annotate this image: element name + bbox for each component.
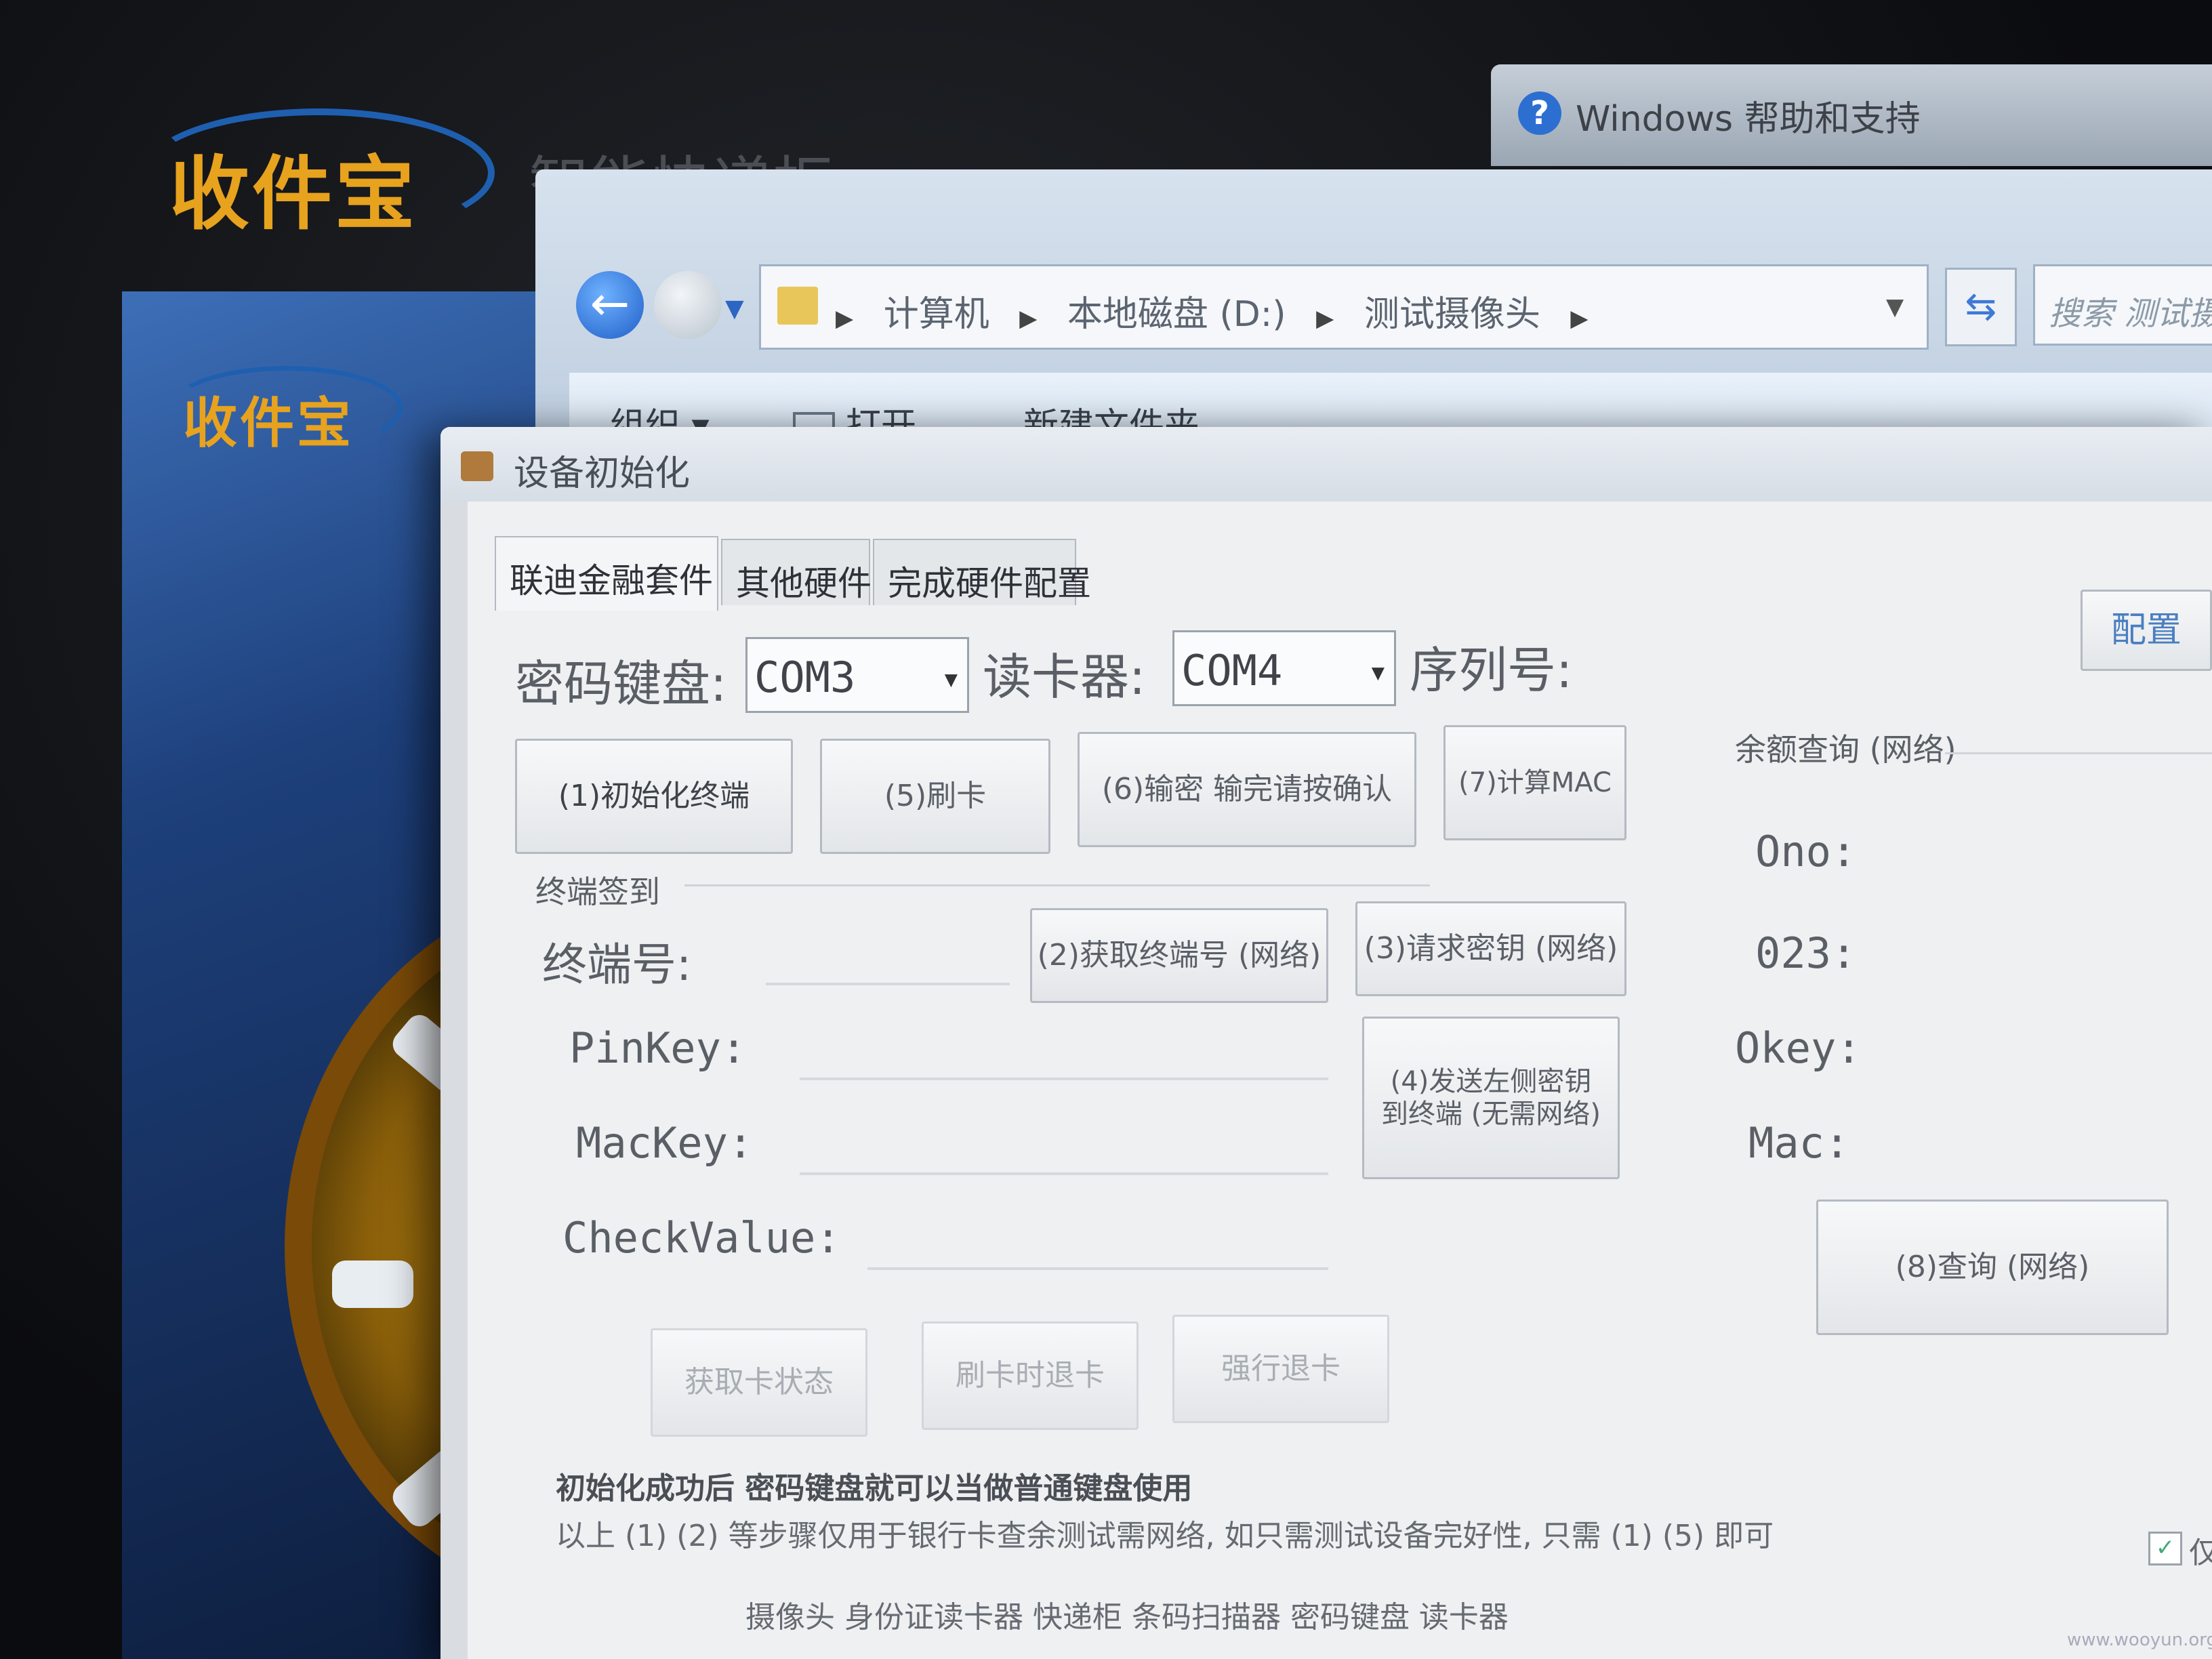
- help-window[interactable]: ? Windows 帮助和支持: [1491, 64, 2212, 166]
- folder-icon: [777, 287, 818, 325]
- wheel-spoke: [332, 1261, 413, 1308]
- breadcrumb: ▶ 计算机 ▶ 本地磁盘 (D:) ▶ 测试摄像头 ▶: [836, 285, 1607, 336]
- swipe-card-button[interactable]: (5)刷卡: [820, 739, 1050, 854]
- breadcrumb-separator-icon: ▶: [1019, 305, 1038, 332]
- note-init-success: 初始化成功后 密码键盘就可以当做普通键盘使用: [556, 1471, 1193, 1506]
- query-balance-button[interactable]: (8)查询 (网络): [1816, 1200, 2169, 1335]
- send-key-label-2: 到终端 (无需网络): [1381, 1099, 1601, 1130]
- app-logo-small: 收件宝: [169, 366, 403, 458]
- help-window-title: Windows 帮助和支持: [1576, 99, 1921, 140]
- signin-group-label: 终端签到: [535, 874, 660, 910]
- breadcrumb-camera-test[interactable]: 测试摄像头: [1364, 294, 1540, 335]
- init-terminal-button[interactable]: (1)初始化终端: [515, 739, 793, 854]
- address-bar[interactable]: ▶ 计算机 ▶ 本地磁盘 (D:) ▶ 测试摄像头 ▶ ▼: [759, 264, 1929, 350]
- tab-other-hardware[interactable]: 其他硬件: [721, 539, 872, 605]
- help-icon: ?: [1518, 91, 1561, 135]
- history-dropdown-icon[interactable]: ▼: [725, 295, 744, 323]
- cardreader-label: 读卡器:: [983, 649, 1146, 705]
- logo-ring: [142, 108, 495, 237]
- app-logo: 收件宝: [142, 108, 495, 245]
- request-key-button[interactable]: (3)请求密钥 (网络): [1355, 901, 1626, 996]
- search-input[interactable]: 搜索 测试摄像头: [2033, 264, 2212, 346]
- breadcrumb-separator-icon: ▶: [1316, 305, 1334, 332]
- mackey-label: MacKey:: [576, 1118, 754, 1168]
- mackey-field[interactable]: [800, 1172, 1328, 1175]
- refresh-icon: ⇆: [1965, 285, 1997, 329]
- breadcrumb-computer[interactable]: 计算机: [884, 294, 989, 335]
- swipe-eject-button[interactable]: 刷卡时退卡: [922, 1322, 1139, 1430]
- forward-button[interactable]: [654, 271, 722, 339]
- get-terminal-no-button[interactable]: (2)获取终端号 (网络): [1030, 908, 1328, 1003]
- pinpad-label: 密码键盘:: [515, 655, 727, 712]
- breadcrumb-separator-icon: ▶: [1570, 305, 1589, 332]
- back-button[interactable]: ←: [576, 271, 644, 339]
- breadcrumb-drive-d[interactable]: 本地磁盘 (D:): [1067, 294, 1286, 335]
- hardware-list: 摄像头 身份证读卡器 快递柜 条码扫描器 密码键盘 读卡器: [745, 1600, 1509, 1635]
- cardreader-port-value: COM4: [1181, 646, 1283, 695]
- calc-mac-button[interactable]: (7)计算MAC: [1443, 725, 1626, 840]
- force-eject-button[interactable]: 强行退卡: [1172, 1315, 1389, 1423]
- note-steps: 以上 (1) (2) 等步骤仅用于银行卡查余测试需网络, 如只需测试设备完好性,…: [556, 1519, 1774, 1553]
- pinpad-port-value: COM3: [754, 653, 856, 702]
- address-dropdown-icon[interactable]: ▼: [1886, 293, 1904, 321]
- checkvalue-field[interactable]: [867, 1267, 1328, 1270]
- send-key-button[interactable]: (4)发送左侧密钥 到终端 (无需网络): [1362, 1017, 1620, 1179]
- ono-label: Ono:: [1755, 827, 1857, 876]
- test-only-checkbox[interactable]: ✓: [2148, 1532, 2182, 1565]
- checkvalue-label: CheckValue:: [562, 1213, 841, 1263]
- group-divider: [684, 884, 1430, 886]
- back-arrow-icon: ←: [590, 276, 630, 331]
- dialog-body: 联迪金融套件 其他硬件 完成硬件配置 配置 密码键盘: COM3 ▼ 读卡器: …: [468, 501, 2212, 1659]
- cardreader-port-select[interactable]: COM4 ▼: [1172, 630, 1396, 706]
- card-status-button[interactable]: 获取卡状态: [651, 1328, 867, 1437]
- terminal-no-label: 终端号:: [542, 939, 692, 991]
- device-init-dialog: 设备初始化 联迪金融套件 其他硬件 完成硬件配置 配置 密码键盘: COM3 ▼…: [441, 427, 2212, 1659]
- logo-ring-small: [169, 366, 403, 450]
- send-key-label-1: (4)发送左侧密钥: [1390, 1066, 1592, 1097]
- breadcrumb-separator-icon: ▶: [836, 305, 854, 332]
- okey-label: Okey:: [1735, 1023, 1862, 1073]
- pinkey-label: PinKey:: [569, 1023, 747, 1073]
- balance-group-label: 余额查询 (网络): [1735, 731, 1957, 768]
- dialog-titlebar[interactable]: 设备初始化: [441, 427, 2212, 501]
- group-divider: [1945, 752, 2212, 754]
- tab-finish-config[interactable]: 完成硬件配置: [873, 539, 1091, 605]
- refresh-button[interactable]: ⇆: [1945, 268, 2017, 346]
- dialog-title: 设备初始化: [514, 453, 691, 494]
- chevron-down-icon: ▼: [1371, 659, 1385, 685]
- pinpad-port-select[interactable]: COM3 ▼: [745, 637, 969, 713]
- o23-label: 023:: [1755, 928, 1857, 978]
- mac-label: Mac:: [1748, 1118, 1850, 1168]
- pinkey-field[interactable]: [800, 1078, 1328, 1080]
- tab-landi-kit[interactable]: 联迪金融套件: [495, 536, 718, 611]
- terminal-no-field[interactable]: [766, 983, 1010, 985]
- watermark: www.wooyun.org: [2067, 1630, 2212, 1650]
- serial-label: 序列号:: [1410, 642, 1573, 699]
- chevron-down-icon: ▼: [944, 666, 958, 692]
- test-only-label: 仅测试: [2189, 1536, 2212, 1570]
- enter-pin-button[interactable]: (6)输密 输完请按确认: [1078, 732, 1416, 847]
- tab-content: 密码键盘: COM3 ▼ 读卡器: COM4 ▼ 序列号: (1)初始化终端 (…: [488, 603, 2212, 1659]
- app-icon: [461, 451, 493, 481]
